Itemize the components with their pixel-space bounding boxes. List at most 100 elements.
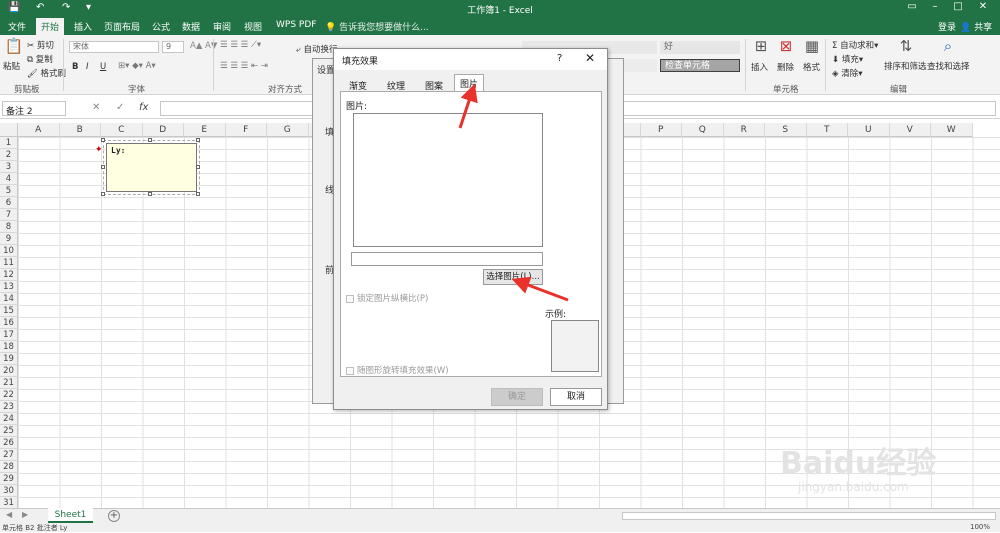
row-header[interactable]: 12 <box>0 269 18 281</box>
column-header[interactable]: P <box>640 123 682 137</box>
row-header[interactable]: 1 <box>0 137 18 149</box>
copy-button[interactable]: ⧉ 复制 <box>27 53 53 65</box>
tab-page-layout[interactable]: 页面布局 <box>104 20 140 33</box>
add-sheet-button[interactable]: + <box>108 510 120 522</box>
format-cells-button[interactable]: 格式 <box>803 61 820 73</box>
column-header[interactable]: U <box>848 123 890 137</box>
column-header[interactable]: A <box>18 123 60 137</box>
minimize-icon[interactable]: – <box>928 1 942 12</box>
font-size-select[interactable]: 9 <box>162 41 184 53</box>
delete-cells-icon[interactable]: ⊠ <box>776 37 796 55</box>
row-header[interactable]: 5 <box>0 185 18 197</box>
row-header[interactable]: 31 <box>0 497 18 508</box>
row-header[interactable]: 7 <box>0 209 18 221</box>
row-header[interactable]: 10 <box>0 245 18 257</box>
row-header[interactable]: 24 <box>0 413 18 425</box>
sheet-tab-sheet1[interactable]: Sheet1 <box>48 508 93 523</box>
insert-cells-button[interactable]: 插入 <box>751 61 768 73</box>
column-header[interactable]: T <box>806 123 848 137</box>
resize-handle[interactable] <box>148 138 152 142</box>
column-header[interactable]: R <box>723 123 765 137</box>
style-check-cell[interactable]: 检查单元格 <box>660 59 740 72</box>
cancel-button[interactable]: 取消 <box>550 388 602 406</box>
find-select-button[interactable]: 查找和选择 <box>927 60 970 72</box>
row-header[interactable]: 11 <box>0 257 18 269</box>
row-header[interactable]: 22 <box>0 389 18 401</box>
style-good[interactable]: 好 <box>660 41 740 54</box>
ribbon-options-icon[interactable]: ▭ <box>905 1 919 12</box>
row-header[interactable]: 15 <box>0 305 18 317</box>
row-header[interactable]: 4 <box>0 173 18 185</box>
column-header[interactable]: E <box>184 123 226 137</box>
row-header[interactable]: 3 <box>0 161 18 173</box>
tab-file[interactable]: 文件 <box>8 20 26 33</box>
border-icon[interactable]: ⊞▾ ◆▾ A▾ <box>118 61 156 71</box>
scroll-sheets-left-icon[interactable]: ◀ <box>6 510 12 519</box>
column-header[interactable]: W <box>931 123 973 137</box>
row-header[interactable]: 19 <box>0 353 18 365</box>
row-header[interactable]: 14 <box>0 293 18 305</box>
login-link[interactable]: 登录 <box>938 20 956 33</box>
underline-button[interactable]: U <box>100 62 106 72</box>
column-header[interactable]: D <box>142 123 184 137</box>
cut-button[interactable]: ✂ 剪切 <box>27 39 54 51</box>
row-header[interactable]: 28 <box>0 461 18 473</box>
lock-aspect-checkbox[interactable]: 锁定图片纵横比(P) <box>346 292 428 304</box>
resize-handle[interactable] <box>101 165 105 169</box>
close-icon[interactable]: ✕ <box>585 51 595 65</box>
rotate-with-shape-checkbox[interactable]: 随图形旋转填充效果(W) <box>346 364 449 376</box>
row-header[interactable]: 26 <box>0 437 18 449</box>
format-cells-icon[interactable]: ▦ <box>802 37 822 55</box>
row-header[interactable]: 18 <box>0 341 18 353</box>
tab-home[interactable]: 开始 <box>36 18 65 35</box>
row-header[interactable]: 29 <box>0 473 18 485</box>
column-header[interactable]: B <box>59 123 101 137</box>
tell-me-search[interactable]: 💡 告诉我您想要做什么... <box>325 20 429 33</box>
row-header[interactable]: 9 <box>0 233 18 245</box>
column-header[interactable]: S <box>765 123 807 137</box>
confirm-edit-icon[interactable]: ✓ <box>116 102 124 113</box>
delete-cells-button[interactable]: 删除 <box>777 61 794 73</box>
name-box[interactable]: 备注 2 <box>2 101 66 117</box>
column-header[interactable]: Q <box>682 123 724 137</box>
row-header[interactable]: 25 <box>0 425 18 437</box>
tab-wps-pdf[interactable]: WPS PDF <box>276 20 316 30</box>
row-header[interactable]: 20 <box>0 365 18 377</box>
wrap-text-button[interactable]: ⤶ 自动换行 <box>296 43 337 55</box>
maximize-icon[interactable]: □ <box>951 1 965 12</box>
row-header[interactable]: 13 <box>0 281 18 293</box>
paste-button[interactable]: 粘贴 <box>3 60 20 72</box>
resize-handle[interactable] <box>196 165 200 169</box>
tab-formulas[interactable]: 公式 <box>152 20 170 33</box>
help-icon[interactable]: ? <box>557 53 562 64</box>
align-top-icon[interactable]: ☰ ☰ ☰ ⟋▾ <box>220 40 261 50</box>
tab-insert[interactable]: 插入 <box>74 20 92 33</box>
resize-handle[interactable] <box>196 192 200 196</box>
row-header[interactable]: 6 <box>0 197 18 209</box>
align-left-icon[interactable]: ☰ ☰ ☰ ⇤ ⇥ <box>220 61 268 71</box>
insert-function-icon[interactable]: fx <box>139 102 148 113</box>
cell-comment[interactable]: Ly: <box>106 143 197 192</box>
zoom-level[interactable]: 100% <box>970 523 990 531</box>
tab-picture[interactable]: 图片 <box>454 74 485 92</box>
row-header[interactable]: 16 <box>0 317 18 329</box>
tab-view[interactable]: 视图 <box>244 20 262 33</box>
bold-button[interactable]: B <box>72 62 78 72</box>
sort-filter-icon[interactable]: ⇅ <box>896 37 916 55</box>
column-header[interactable]: F <box>225 123 267 137</box>
paste-icon[interactable]: 📋 <box>4 37 24 55</box>
find-select-icon[interactable]: ⌕ <box>938 37 958 55</box>
select-all-corner[interactable] <box>0 123 18 137</box>
tab-texture[interactable]: 纹理 <box>382 77 410 92</box>
row-header[interactable]: 2 <box>0 149 18 161</box>
row-header[interactable]: 27 <box>0 449 18 461</box>
close-window-icon[interactable]: ✕ <box>976 1 990 12</box>
column-header[interactable]: C <box>101 123 143 137</box>
tab-pattern[interactable]: 图案 <box>420 77 448 92</box>
cancel-edit-icon[interactable]: ✕ <box>92 102 100 113</box>
row-header[interactable]: 17 <box>0 329 18 341</box>
ok-button[interactable]: 确定 <box>491 388 543 406</box>
horizontal-scrollbar[interactable] <box>622 512 996 520</box>
tab-data[interactable]: 数据 <box>182 20 200 33</box>
font-name-select[interactable]: 宋体 <box>69 41 159 53</box>
